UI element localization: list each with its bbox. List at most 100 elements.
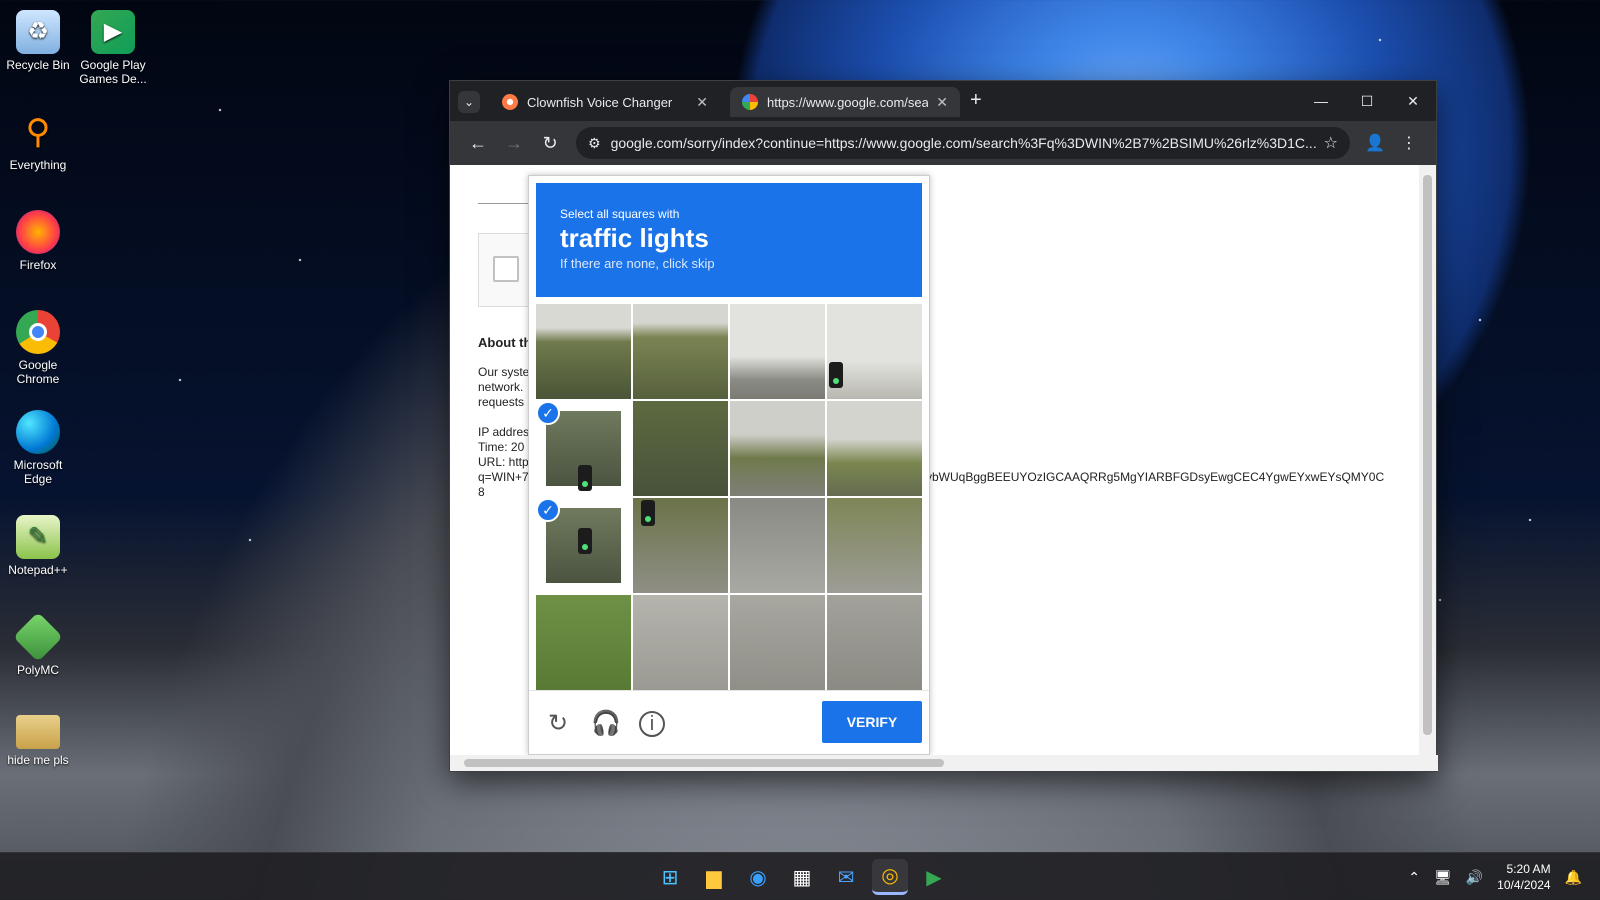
kebab-menu-icon[interactable]: ⋮	[1392, 133, 1426, 153]
tab-bar: ⌄ Clownfish Voice Changer ✕ https://www.…	[450, 81, 1436, 121]
tab-clownfish[interactable]: Clownfish Voice Changer ✕	[490, 87, 720, 117]
taskbar: ⊞ ▆ ◉ ▦ ✉ ◎ ▶ ⌃ 🖥 🔊 5:20 AM 10/4/2024 🔔	[0, 852, 1600, 900]
desktop-icon-notepadpp[interactable]: ✎ Notepad++	[0, 515, 76, 577]
close-window-button[interactable]: ✕	[1390, 87, 1436, 115]
notepadpp-icon: ✎	[16, 515, 60, 559]
reload-icon: ↻	[542, 132, 558, 153]
grid-tile[interactable]	[730, 304, 825, 399]
grid-tile-selected[interactable]: ✓	[536, 498, 631, 593]
grid-tile[interactable]	[633, 401, 728, 496]
instruction-text: Select all squares with	[560, 207, 680, 221]
everything-search-icon: ⚲	[25, 113, 51, 151]
grid-tile[interactable]	[633, 498, 728, 593]
page-content: About th Our syste network. requests IP …	[450, 165, 1421, 757]
minimize-button[interactable]: —	[1298, 87, 1344, 115]
verify-button[interactable]: VERIFY	[822, 701, 922, 743]
profile-icon[interactable]: 👤	[1358, 133, 1392, 153]
scroll-thumb[interactable]	[464, 759, 944, 767]
tab-search-dropdown[interactable]: ⌄	[458, 91, 480, 113]
grid-tile[interactable]	[827, 498, 922, 593]
desktop-icon-microsoft-edge[interactable]: Microsoft Edge	[0, 410, 76, 486]
grid-tile[interactable]	[633, 304, 728, 399]
grid-tile[interactable]	[536, 304, 631, 399]
recaptcha-checkbox[interactable]	[493, 256, 519, 282]
edge-icon	[16, 410, 60, 454]
scroll-thumb[interactable]	[1423, 175, 1432, 735]
taskbar-apps: ⊞ ▆ ◉ ▦ ✉ ◎ ▶	[652, 859, 952, 895]
polymc-icon	[13, 612, 63, 662]
audio-challenge-icon[interactable]: 🎧	[591, 709, 621, 739]
bookmark-star-icon[interactable]: ☆	[1324, 133, 1338, 153]
firefox-icon	[16, 210, 60, 254]
vertical-scrollbar[interactable]	[1419, 165, 1436, 757]
chrome-icon	[16, 310, 60, 354]
challenge-footer: ↻ 🎧 i VERIFY	[529, 690, 929, 754]
reload-challenge-icon[interactable]: ↻	[543, 709, 573, 739]
paragraph-line: Our syste	[478, 365, 530, 379]
edge-taskbar-icon[interactable]: ◉	[740, 859, 776, 895]
outlook-icon[interactable]: ✉	[828, 859, 864, 895]
desktop-icon-everything[interactable]: ⚲ Everything	[0, 110, 76, 172]
clock-date: 10/4/2024	[1497, 878, 1551, 892]
url-continuation: vbWUqBggBEEUYOzIGCAAQRRg5MgYIARBFGDsyEwg…	[926, 470, 1385, 484]
close-icon[interactable]: ✕	[936, 94, 948, 111]
horizontal-scrollbar[interactable]	[450, 755, 1438, 771]
grid-tile[interactable]	[730, 498, 825, 593]
grid-tile[interactable]	[827, 401, 922, 496]
tile-image	[546, 411, 621, 491]
play-games-taskbar-icon[interactable]: ▶	[916, 859, 952, 895]
grid-tile[interactable]	[827, 304, 922, 399]
paragraph-line: requests	[478, 395, 525, 409]
network-icon[interactable]: 🖥	[1434, 869, 1452, 886]
maximize-button[interactable]: ☐	[1344, 87, 1390, 115]
address-url[interactable]: google.com/sorry/index?continue=https://…	[611, 135, 1324, 151]
desktop-icon-firefox[interactable]: Firefox	[0, 210, 76, 272]
desktop-icon-google-play-games[interactable]: ▶ Google Play Games De...	[75, 10, 151, 86]
window-controls: — ☐ ✕	[1298, 87, 1436, 115]
recycle-bin-icon: ♻	[16, 10, 60, 54]
chrome-taskbar-icon[interactable]: ◎	[872, 859, 908, 895]
info-line: IP addres	[478, 425, 530, 439]
new-tab-button[interactable]: +	[970, 89, 982, 112]
paragraph-line: network.	[478, 380, 524, 394]
start-windows-icon[interactable]: ⊞	[652, 859, 688, 895]
store-icon[interactable]: ▦	[784, 859, 820, 895]
file-explorer-icon[interactable]: ▆	[696, 859, 732, 895]
clock-time: 5:20 AM	[1506, 862, 1551, 876]
plus-icon: +	[970, 89, 982, 111]
folder-icon	[16, 715, 60, 749]
desktop-icon-recycle-bin[interactable]: ♻ Recycle Bin	[0, 10, 76, 72]
arrow-right-icon: →	[505, 132, 523, 153]
grid-tile[interactable]	[827, 595, 922, 690]
close-icon[interactable]: ✕	[696, 94, 708, 111]
forward-button[interactable]: →	[496, 133, 532, 154]
desktop-icon-google-chrome[interactable]: Google Chrome	[0, 310, 76, 386]
grid-tile[interactable]	[730, 401, 825, 496]
address-bar[interactable]: ⚙ google.com/sorry/index?continue=https:…	[576, 127, 1350, 159]
recaptcha-challenge: Select all squares with traffic lights I…	[528, 175, 930, 755]
grid-tile[interactable]	[730, 595, 825, 690]
volume-icon[interactable]: 🔊	[1466, 869, 1483, 886]
info-line: q=WIN+7	[478, 470, 529, 484]
about-heading: About th	[478, 335, 532, 350]
info-icon[interactable]: i	[639, 711, 665, 737]
clock[interactable]: 5:20 AM 10/4/2024	[1497, 861, 1550, 893]
tile-image	[546, 508, 621, 583]
grid-tile-selected[interactable]: ✓	[536, 401, 631, 496]
desktop-icon-polymc[interactable]: PolyMC	[0, 612, 76, 677]
grid-tile[interactable]	[536, 595, 631, 690]
desktop-icon-hide-me-pls[interactable]: hide me pls	[0, 715, 76, 767]
site-info-icon[interactable]: ⚙	[588, 135, 601, 152]
grid-tile[interactable]	[633, 595, 728, 690]
system-tray: ⌃ 🖥 🔊 5:20 AM 10/4/2024 🔔	[1408, 853, 1582, 900]
info-line: Time: 20	[478, 440, 525, 454]
google-favicon-icon	[742, 94, 758, 110]
image-grid: ✓ ✓	[536, 304, 922, 690]
info-line: 8	[478, 485, 485, 499]
traffic-light-icon	[641, 500, 655, 526]
reload-button[interactable]: ↻	[532, 133, 568, 154]
back-button[interactable]: ←	[460, 133, 496, 154]
chevron-up-icon[interactable]: ⌃	[1408, 869, 1420, 886]
tab-google-search[interactable]: https://www.google.com/search ✕	[730, 87, 960, 117]
notification-bell-icon[interactable]: 🔔	[1565, 869, 1582, 886]
